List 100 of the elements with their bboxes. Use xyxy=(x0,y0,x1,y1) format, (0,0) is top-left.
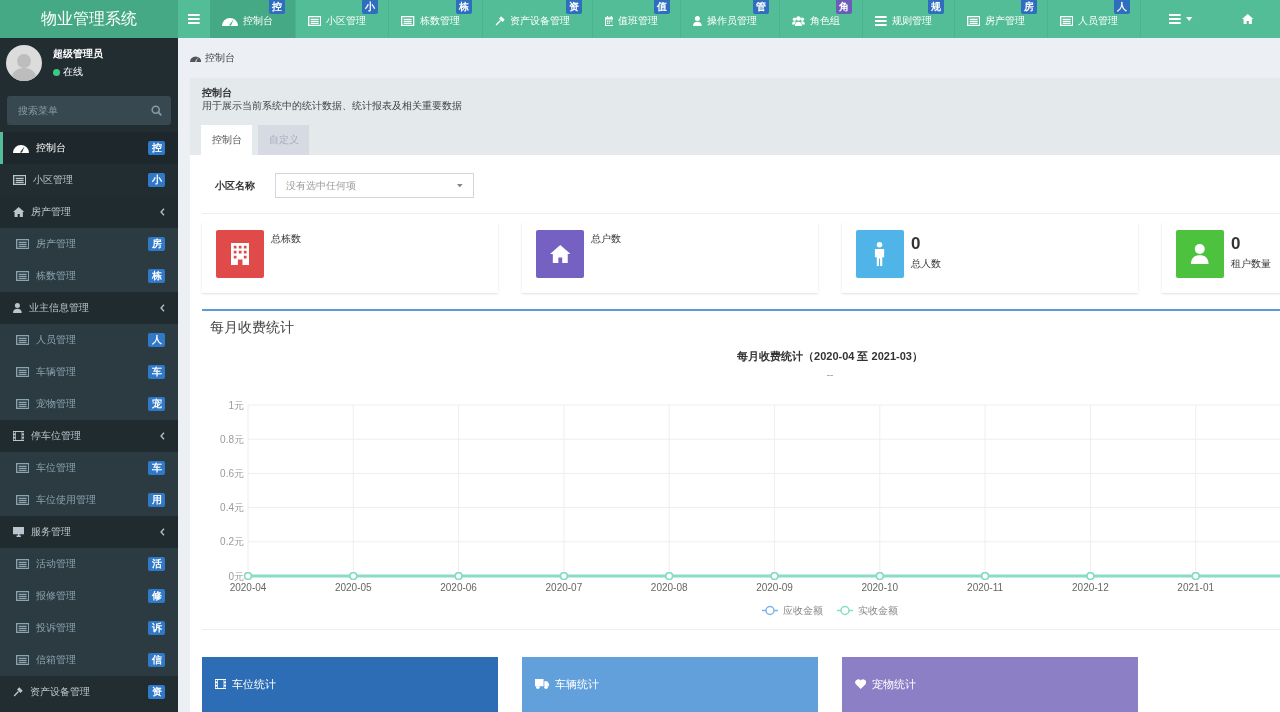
stat-label: 总人数 xyxy=(911,257,941,271)
axis-label: 2020-04 xyxy=(229,582,267,593)
app-title: 物业管理系统 xyxy=(0,0,178,38)
lines-icon xyxy=(875,16,887,26)
menu-badge: 活 xyxy=(148,557,165,571)
nav-badge: 角 xyxy=(836,0,852,14)
field-label: 小区名称 xyxy=(215,178,256,193)
panel-heading: 宠物统计 xyxy=(872,678,917,690)
menu-item[interactable]: 资产设备管理 资 xyxy=(0,676,178,708)
nav-tab[interactable]: 控 控制台 xyxy=(210,0,296,38)
monitor-icon xyxy=(13,527,25,537)
legend-item[interactable]: 应收金额 xyxy=(761,605,823,616)
nav-badge: 规 xyxy=(927,0,944,14)
axis-label: 0.6元 xyxy=(220,467,244,479)
list-icon xyxy=(13,175,27,185)
stat-label: 租户数量 xyxy=(1231,257,1271,271)
legend-marker-icon xyxy=(836,605,854,616)
list-icon xyxy=(16,271,30,281)
menu-item[interactable]: 控制台 控 xyxy=(0,132,178,164)
menu-item[interactable]: 宠物管理 宠 xyxy=(0,388,178,420)
breadcrumb-link[interactable]: 控制台 xyxy=(205,51,236,65)
nav-badge: 房 xyxy=(1021,0,1037,14)
menu-icon[interactable] xyxy=(188,14,200,24)
list-icon xyxy=(966,16,980,26)
menu-badge: 小 xyxy=(148,173,165,187)
stat-value: 0 xyxy=(1231,233,1241,255)
gauge-icon xyxy=(190,54,202,62)
chevron-icon xyxy=(160,432,165,440)
menu-item[interactable]: 房产管理 房 xyxy=(0,228,178,260)
menu-item[interactable]: 车位使用管理 用 xyxy=(0,484,178,516)
menu-badge: 资 xyxy=(148,685,165,699)
status-dot-icon xyxy=(53,68,60,76)
menu-badge: 栋 xyxy=(148,269,165,283)
axis-label: 0元 xyxy=(228,570,244,582)
axis-label: 2020-12 xyxy=(1072,582,1109,593)
axis-label: 2020-06 xyxy=(440,582,477,593)
search-icon[interactable] xyxy=(151,105,162,116)
chart-title: 每月收费统计（2020-04 至 2021-03） xyxy=(737,350,923,362)
home-icon xyxy=(13,207,25,217)
panel-description: 用于展示当前系统中的统计数据、统计报表及相关重要数据 xyxy=(201,99,463,112)
menu-item[interactable]: 投诉管理 诉 xyxy=(0,612,178,644)
stat-label: 总栋数 xyxy=(271,232,301,246)
user-name: 超级管理员 xyxy=(53,47,103,61)
menu-item[interactable]: 小区管理 小 xyxy=(0,164,178,196)
list-icon xyxy=(16,591,30,601)
menu-badge: 宠 xyxy=(148,397,165,411)
heart-icon xyxy=(855,679,867,689)
list-icon xyxy=(16,335,30,345)
chevron-icon xyxy=(160,304,165,312)
menu-item[interactable]: 栋数管理 栋 xyxy=(0,260,178,292)
nav-badge: 管 xyxy=(753,0,770,14)
axis-label: 2020-05 xyxy=(334,582,372,593)
list-icon xyxy=(1060,16,1074,26)
search-field[interactable]: 搜索菜单 xyxy=(7,96,171,125)
hammer-icon xyxy=(494,16,505,26)
menu-badge: 信 xyxy=(148,653,165,667)
menu-badge: 人 xyxy=(148,333,165,347)
list-icon xyxy=(16,655,30,665)
user-icon xyxy=(13,303,22,313)
truck-icon xyxy=(535,679,550,689)
nav-badge: 小 xyxy=(362,0,379,14)
list-icon xyxy=(308,16,322,26)
tab[interactable]: 控制台 xyxy=(201,125,252,155)
legend-item[interactable]: 实收金额 xyxy=(836,605,898,616)
menu-badge: 修 xyxy=(148,589,165,603)
select-field[interactable]: 没有选中任何项 xyxy=(275,173,474,198)
axis-label: 2021-01 xyxy=(1177,582,1215,593)
nav-badge: 值 xyxy=(654,0,671,14)
list-icon xyxy=(16,399,30,409)
list-icon xyxy=(16,463,30,473)
chevron-icon xyxy=(160,208,165,216)
menu-item[interactable]: 报修管理 修 xyxy=(0,580,178,612)
stat-label: 总户数 xyxy=(591,232,621,246)
menu-badge: 控 xyxy=(148,141,165,155)
menu-item[interactable]: 车辆管理 车 xyxy=(0,356,178,388)
home-icon[interactable] xyxy=(1242,14,1254,24)
axis-label: 2020-10 xyxy=(861,582,899,593)
chart-subtitle: -- xyxy=(826,369,834,380)
legend-label: 应收金额 xyxy=(783,605,823,616)
hammer-icon xyxy=(13,687,23,697)
axis-label: 1元 xyxy=(228,399,244,411)
list-icon xyxy=(16,559,30,569)
axis-label: 0.2元 xyxy=(220,536,244,548)
axis-label: 2020-08 xyxy=(650,582,688,593)
menu-item[interactable]: 信箱管理 信 xyxy=(0,644,178,676)
caret-icon xyxy=(1186,17,1193,21)
stat-value: 0 xyxy=(911,233,921,255)
menu-item[interactable]: 活动管理 活 xyxy=(0,548,178,580)
gauge-icon xyxy=(13,143,29,153)
panel-title: 控制台 xyxy=(201,86,233,99)
menu-item[interactable]: 车位管理 车 xyxy=(0,452,178,484)
list-icon xyxy=(16,239,30,249)
gauge-icon xyxy=(222,16,238,26)
status-label: 在线 xyxy=(63,65,83,79)
calendar-icon xyxy=(604,16,614,26)
nav-badge: 人 xyxy=(1114,0,1131,14)
list-icon xyxy=(401,16,415,26)
lines-icon xyxy=(1169,14,1182,24)
nav-badge: 资 xyxy=(565,0,582,14)
menu-item[interactable]: 人员管理 人 xyxy=(0,324,178,356)
